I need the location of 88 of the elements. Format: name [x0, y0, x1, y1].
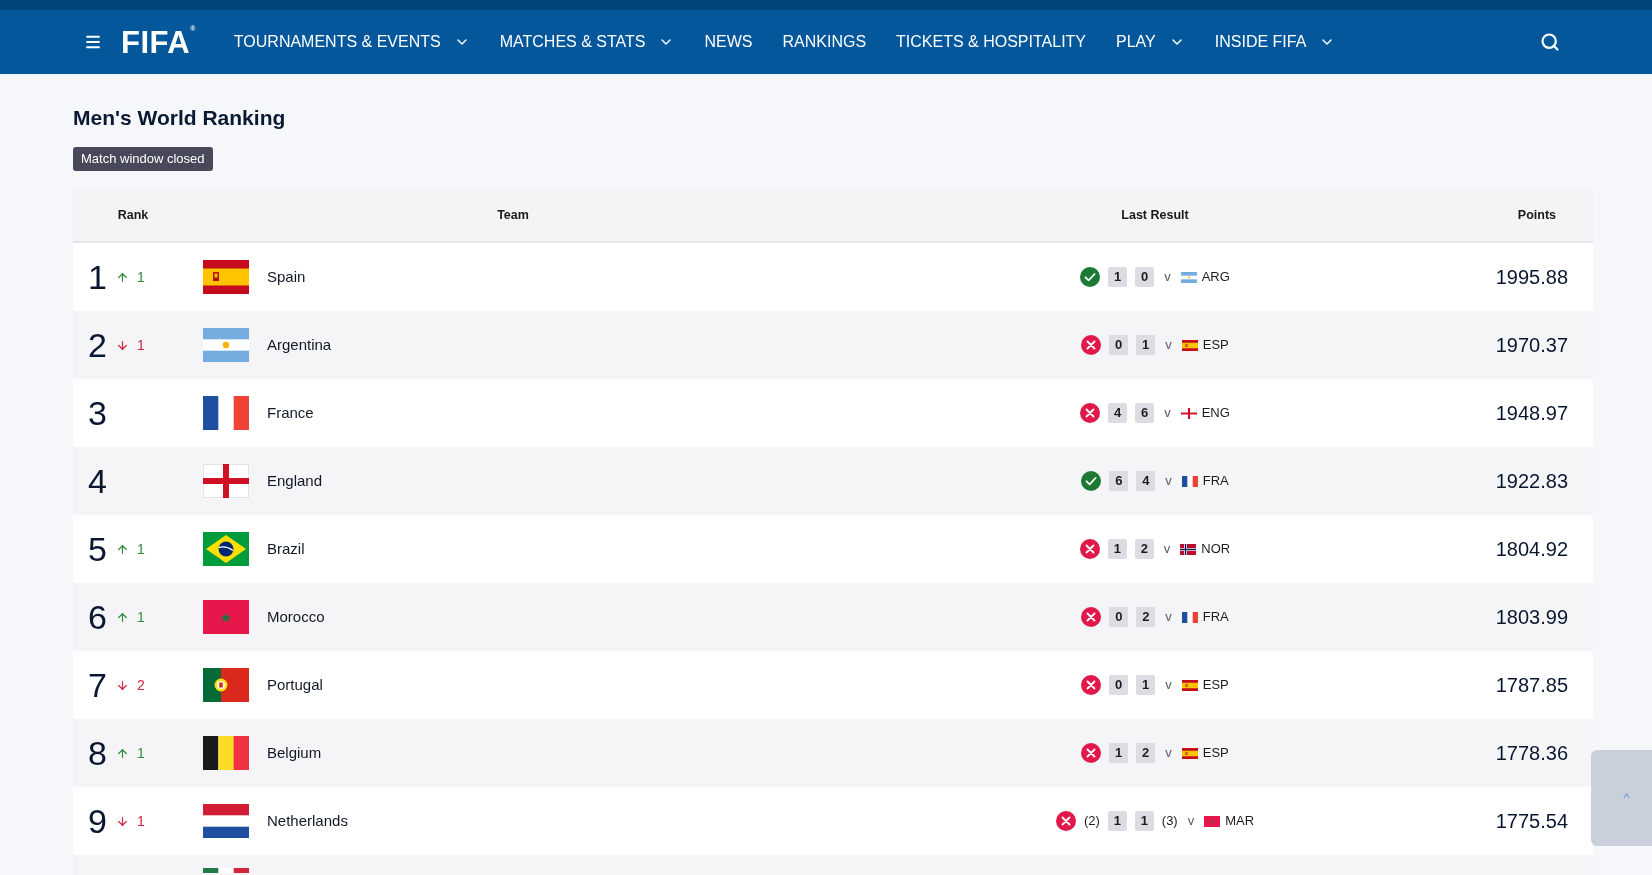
team-name: Portugal: [267, 674, 323, 695]
versus-label: v: [1164, 404, 1171, 423]
column-header[interactable]: Last Result: [1121, 206, 1189, 225]
nav-menu-item[interactable]: RANKINGS: [782, 22, 867, 62]
points-value: 1778.36: [1495, 741, 1568, 766]
team-name: Brazil: [267, 538, 305, 559]
page-title: Men's World Ranking: [73, 105, 287, 131]
versus-label: v: [1163, 540, 1171, 559]
team-name: England: [267, 470, 323, 491]
team-score: 0: [1109, 607, 1129, 627]
opponent-score: 6: [1135, 403, 1155, 423]
nav-menu-item[interactable]: TOURNAMENTS & EVENTS: [233, 22, 470, 62]
column-header[interactable]: Rank: [117, 206, 149, 225]
rank-change: 1: [136, 814, 145, 828]
opponent-score: 0: [1135, 267, 1155, 287]
opponent-score: 2: [1136, 743, 1156, 763]
rank-number: 8: [88, 736, 107, 770]
team-score: 1: [1108, 267, 1128, 287]
search-icon[interactable]: [1540, 32, 1560, 52]
opponent-code: FRA: [1202, 472, 1229, 491]
rank-change: 1: [136, 542, 145, 556]
versus-label: v: [1164, 268, 1171, 287]
team-score: 4: [1108, 403, 1128, 423]
opponent-code: NOR: [1201, 540, 1231, 559]
team-name: Netherlands: [267, 810, 348, 831]
menu-icon[interactable]: [84, 33, 102, 51]
team-name: Spain: [267, 266, 306, 287]
points-value: 1775.54: [1495, 809, 1568, 834]
column-header[interactable]: Team: [497, 206, 529, 225]
rank-number: 6: [88, 600, 107, 634]
status-tag: Match window closed: [73, 147, 213, 171]
nav-menu-item[interactable]: MATCHES & STATS: [499, 22, 675, 62]
nav-menu-item[interactable]: INSIDE FIFA: [1214, 22, 1336, 62]
penalty-score: (2): [1083, 812, 1100, 831]
opponent-score: 1: [1134, 811, 1154, 831]
points-value: 1948.97: [1495, 401, 1568, 426]
team-score: 0: [1109, 335, 1129, 355]
points-value: 1995.88: [1495, 265, 1568, 290]
team-score: 1: [1109, 743, 1129, 763]
team-name: Morocco: [267, 606, 325, 627]
opponent-score: 2: [1136, 607, 1156, 627]
versus-label: v: [1187, 812, 1195, 831]
team-name: France: [267, 402, 314, 423]
opponent-code: ESP: [1202, 676, 1229, 695]
rank-number: 1: [88, 260, 107, 294]
rank-change: 1: [136, 338, 145, 352]
opponent-score: 1: [1136, 335, 1156, 355]
rank-number: 4: [88, 464, 107, 498]
points-value: 1803.99: [1495, 605, 1568, 630]
points-value: 1804.92: [1495, 537, 1568, 562]
rank-change: 1: [136, 610, 145, 624]
versus-label: v: [1165, 744, 1172, 763]
opponent-code: ENG: [1201, 404, 1230, 423]
opponent-code: ESP: [1202, 336, 1229, 355]
team-score: 0: [1109, 675, 1129, 695]
versus-label: v: [1165, 676, 1172, 695]
logo[interactable]: FIFA$^{®}$: [121, 26, 196, 58]
team-name: Belgium: [267, 742, 322, 763]
team-name: Argentina: [267, 334, 332, 355]
opponent-code: FRA: [1202, 608, 1229, 627]
versus-label: v: [1165, 608, 1172, 627]
column-header[interactable]: Points: [1517, 206, 1556, 225]
team-score: 6: [1109, 471, 1129, 491]
nav-menu-item[interactable]: PLAY: [1116, 22, 1185, 62]
rank-number: 7: [88, 668, 107, 702]
opponent-code: ARG: [1201, 268, 1230, 287]
points-value: 1970.37: [1495, 333, 1568, 358]
versus-label: v: [1165, 472, 1172, 491]
opponent-score: 2: [1134, 539, 1154, 559]
rank-number: 5: [88, 532, 107, 566]
rank-number: 9: [88, 804, 107, 838]
team-score: 1: [1107, 811, 1127, 831]
rank-number: 2: [88, 328, 107, 362]
rank-change: 1: [136, 270, 145, 284]
opponent-score: 1: [1136, 675, 1156, 695]
rank-number: 3: [88, 396, 107, 430]
opponent-score: 4: [1136, 471, 1156, 491]
points-value: 1787.85: [1495, 673, 1568, 698]
team-score: 1: [1107, 539, 1127, 559]
rank-change: 2: [136, 678, 145, 692]
points-value: 1922.83: [1495, 469, 1568, 494]
penalty-score: (3): [1161, 812, 1178, 831]
versus-label: v: [1165, 336, 1172, 355]
nav-menu-item[interactable]: TICKETS & HOSPITALITY: [896, 22, 1087, 62]
opponent-code: MAR: [1225, 812, 1255, 831]
opponent-code: ESP: [1202, 744, 1229, 763]
nav-menu-item[interactable]: NEWS: [704, 22, 753, 62]
rank-change: 1: [136, 746, 145, 760]
